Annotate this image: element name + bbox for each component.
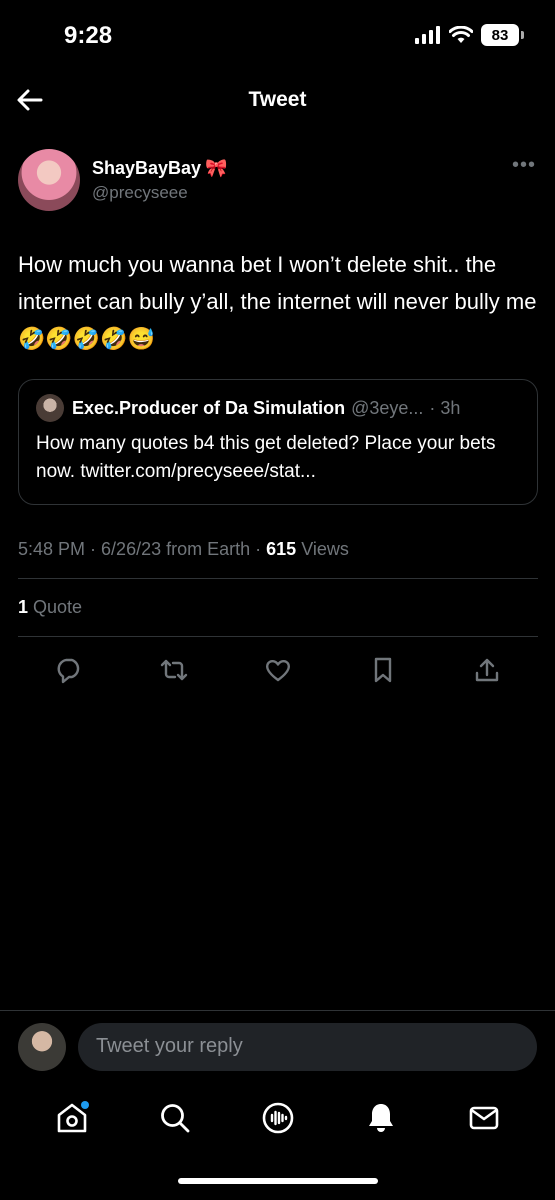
status-icons: 83 [415,24,524,46]
back-arrow-icon[interactable] [14,84,46,116]
author-name-text: ShayBayBay [92,157,202,178]
views-label: Views [301,539,349,559]
author-text: ShayBayBay 🎀 @precyseee [92,158,228,203]
tweet-detail: ShayBayBay 🎀 @precyseee ••• How much you… [18,140,538,685]
author-display-name[interactable]: ShayBayBay 🎀 [92,158,228,179]
more-options-icon[interactable]: ••• [512,154,536,177]
quoted-tweet-time: · 3h [429,397,461,418]
tweet-meta-line: 5:48 PM · 6/26/23 from Earth · 615 Views [18,539,349,559]
tweet-date: 6/26/23 [101,539,162,559]
status-time: 9:28 [64,22,113,49]
quote-count-label: Quote [33,597,83,617]
quoted-tweet-header: Exec.Producer of Da Simulation @3eye... … [36,394,521,422]
reply-input[interactable] [78,1022,537,1071]
spaces-icon[interactable] [261,1101,295,1135]
reply-icon[interactable] [54,655,84,685]
messages-icon[interactable] [467,1101,501,1135]
retweet-icon[interactable] [159,655,189,685]
reply-bar [0,1010,555,1082]
search-icon[interactable] [158,1101,192,1135]
tweet-text: How much you wanna bet I won’t delete sh… [18,252,537,351]
quoted-author-handle: @3eye... [351,397,424,418]
tweet-time: 5:48 PM [18,539,86,559]
quoted-author-name: Exec.Producer of Da Simulation [72,397,346,418]
tweet-source: from Earth [166,539,251,559]
top-bar: Tweet [0,72,555,128]
share-icon[interactable] [472,655,502,685]
current-user-avatar[interactable] [18,1022,66,1071]
quoted-tweet-card[interactable]: Exec.Producer of Da Simulation @3eye... … [18,379,538,505]
home-indicator [178,1178,378,1184]
home-icon[interactable] [55,1101,89,1135]
signal-icon [415,26,440,44]
page-title: Tweet [248,88,307,111]
tweet-actions [18,637,538,685]
bookmark-icon[interactable] [368,655,398,685]
views-count: 615 [266,539,297,559]
battery-indicator: 83 [481,24,524,46]
quote-count-number: 1 [18,597,29,617]
notification-dot [80,1101,89,1109]
bow-emoji-icon: 🎀 [205,157,228,178]
quoted-author-avatar [36,394,64,422]
bottom-tab-bar [0,1082,555,1154]
wifi-icon [449,26,473,43]
tweet-meta: 5:48 PM · 6/26/23 from Earth · 615 Views [18,539,538,578]
quote-count-link[interactable]: 1 Quote [18,579,538,636]
author-row[interactable]: ShayBayBay 🎀 @precyseee ••• [18,140,538,220]
notifications-icon[interactable] [364,1101,398,1135]
like-heart-icon[interactable] [263,655,293,685]
status-bar: 9:28 83 [0,0,555,72]
author-handle[interactable]: @precyseee [92,183,228,203]
quoted-tweet-text: How many quotes b4 this get deleted? Pla… [36,433,496,482]
author-avatar[interactable] [18,149,80,211]
